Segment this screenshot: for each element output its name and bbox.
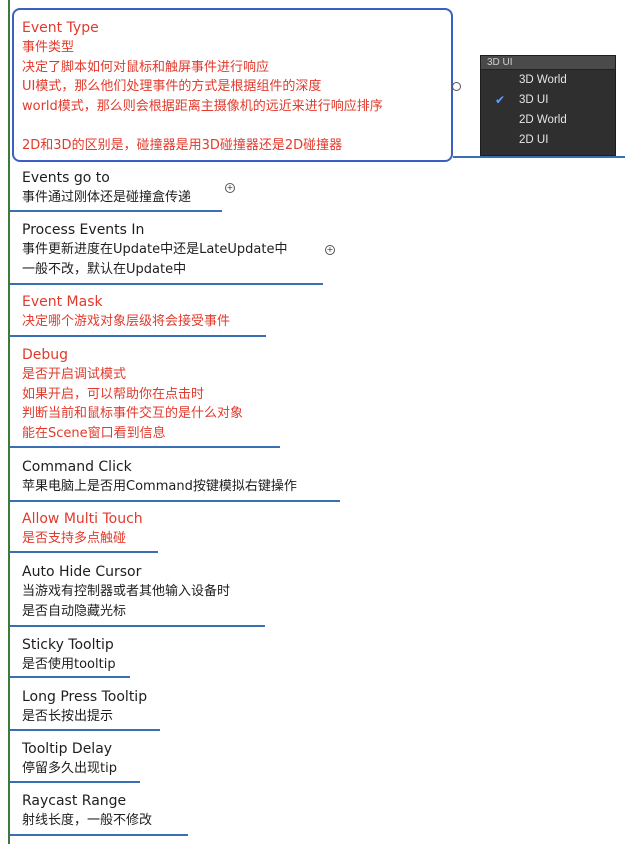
node-text: 事件通过刚体还是碰撞盒传递 [22,190,192,205]
node-text: UI模式，那么他们处理事件的方式是根据组件的深度 [22,79,322,94]
node-text: 是否使用tooltip [22,657,116,672]
node-underline [10,210,222,212]
dropdown-header: 3D UI [481,56,615,70]
node-event-type[interactable]: Event Type 事件类型 决定了脚本如何对鼠标和触屏事件进行响应 UI模式… [22,18,383,155]
node-underline [10,729,160,731]
node-text [22,116,383,136]
node-title: Tooltip Delay [22,741,113,757]
node-text: 是否长按出提示 [22,709,114,724]
expand-toggle-icon[interactable]: + [325,245,335,255]
node-text: 决定了脚本如何对鼠标和触屏事件进行响应 [22,59,270,75]
node-text: 2D和3D的区别是，碰撞器是用3D碰撞器还是2D碰撞器 [22,137,343,153]
image-underline [453,156,625,158]
node-title: Allow Multi Touch [22,511,143,527]
node-title: Sticky Tooltip [22,637,114,653]
node-process-events-in[interactable]: Process Events In 事件更新进度在Update中还是LateUp… [22,220,287,279]
expand-toggle-icon[interactable]: + [225,183,235,193]
node-underline [10,500,340,502]
dropdown-option: 2D UI [519,134,549,146]
node-raycast-range[interactable]: Raycast Range 射线长度，一般不修改 [22,791,152,831]
node-text: 能在Scene窗口看到信息 [22,425,166,441]
node-title: Event Mask [22,294,103,310]
node-title: Process Events In [22,222,145,238]
node-text: 苹果电脑上是否用Command按键模拟右键操作 [22,479,297,494]
node-text: world模式，那么则会根据距离主摄像机的远近来进行响应排序 [22,98,383,114]
node-auto-hide-cursor[interactable]: Auto Hide Cursor 当游戏有控制器或者其他输入设备时 是否自动隐藏… [22,562,230,621]
node-underline [10,283,323,285]
node-text: 事件类型 [22,40,75,55]
event-type-dropdown-image: 3D UI 3D World ✔ 3D UI 2D World 2D UI [480,55,616,156]
node-underline [10,625,265,627]
node-text: 是否支持多点触碰 [22,531,127,546]
node-title: Event Type [22,20,99,36]
node-underline [10,551,158,553]
node-title: Debug [22,347,69,363]
node-underline [10,676,130,678]
dropdown-option: 2D World [519,114,567,126]
node-underline [10,834,188,836]
node-event-mask[interactable]: Event Mask 决定哪个游戏对象层级将会接受事件 [22,292,230,332]
node-text: 事件更新进度在Update中还是LateUpdate中 [22,242,288,257]
dropdown-option: 3D World [519,74,567,86]
node-allow-multi-touch[interactable]: Allow Multi Touch 是否支持多点触碰 [22,509,143,549]
node-sticky-tooltip[interactable]: Sticky Tooltip 是否使用tooltip [22,635,116,675]
node-command-click[interactable]: Command Click 苹果电脑上是否用Command按键模拟右键操作 [22,457,297,497]
node-title: Command Click [22,459,132,475]
mindmap-spine [8,0,10,844]
node-title: Raycast Range [22,793,127,809]
node-title: Long Press Tooltip [22,689,148,705]
node-text: 如果开启，可以帮助你在点击时 [22,386,205,402]
checkmark-icon: ✔ [495,93,506,107]
node-debug[interactable]: Debug 是否开启调试模式 如果开启，可以帮助你在点击时 判断当前和鼠标事件交… [22,345,243,443]
node-events-go-to[interactable]: Events go to 事件通过刚体还是碰撞盒传递 [22,168,191,208]
node-text: 是否自动隐藏光标 [22,603,127,619]
collapse-toggle-icon[interactable] [452,82,461,91]
node-text: 判断当前和鼠标事件交互的是什么对象 [22,406,244,421]
node-text: 是否开启调试模式 [22,367,127,382]
node-underline [10,446,280,448]
node-text: 当游戏有控制器或者其他输入设备时 [22,584,231,599]
node-underline [10,335,266,337]
node-text: 决定哪个游戏对象层级将会接受事件 [22,314,231,329]
node-text: 一般不改，默认在Update中 [22,261,187,277]
node-title: Events go to [22,170,110,186]
node-tooltip-delay[interactable]: Tooltip Delay 停留多久出现tip [22,739,117,779]
node-underline [10,781,140,783]
node-text: 射线长度，一般不修改 [22,813,153,828]
node-title: Auto Hide Cursor [22,564,142,580]
node-long-press-tooltip[interactable]: Long Press Tooltip 是否长按出提示 [22,687,147,727]
node-text: 停留多久出现tip [22,761,117,776]
dropdown-option: ✔ 3D UI [481,90,615,110]
